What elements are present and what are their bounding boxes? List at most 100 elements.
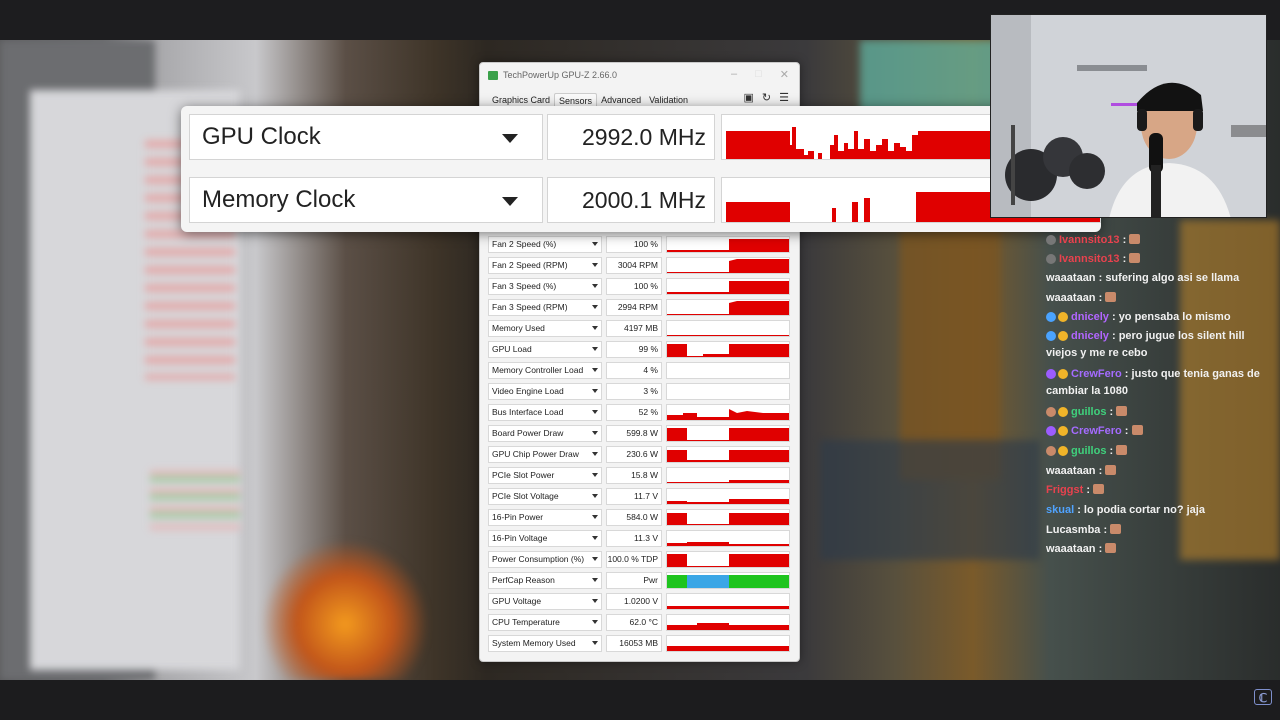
sensor-name-dropdown[interactable]: Fan 2 Speed (%) bbox=[488, 236, 602, 253]
chat-username[interactable]: waaataan bbox=[1046, 272, 1096, 284]
sensor-name-dropdown[interactable]: Memory Controller Load bbox=[488, 362, 602, 379]
dropdown-arrow-icon[interactable] bbox=[502, 134, 518, 143]
camera-icon[interactable]: ▣ bbox=[744, 91, 754, 104]
dropdown-arrow-icon[interactable] bbox=[592, 431, 598, 435]
sensor-name-dropdown[interactable]: PCIe Slot Voltage bbox=[488, 488, 602, 505]
chat-username[interactable]: waaataan bbox=[1046, 543, 1096, 555]
chat-message: CrewFero : bbox=[1046, 423, 1276, 440]
sensor-name-dropdown[interactable]: Bus Interface Load bbox=[488, 404, 602, 421]
chat-username[interactable]: Ivannsito13 bbox=[1059, 234, 1120, 246]
sensor-name-dropdown[interactable]: PerfCap Reason bbox=[488, 572, 602, 589]
sensor-name-dropdown[interactable]: GPU Chip Power Draw bbox=[488, 446, 602, 463]
sensor-name-dropdown[interactable]: Fan 3 Speed (%) bbox=[488, 278, 602, 295]
graph-fill bbox=[667, 450, 789, 462]
sensor-name: Fan 3 Speed (RPM) bbox=[492, 302, 568, 312]
sensor-name: Board Power Draw bbox=[492, 428, 564, 438]
dropdown-arrow-icon[interactable] bbox=[592, 578, 598, 582]
chat-message: guillos : bbox=[1046, 404, 1276, 421]
dropdown-arrow-icon[interactable] bbox=[592, 347, 598, 351]
chat-separator: : bbox=[1083, 484, 1094, 496]
chat-username[interactable]: CrewFero bbox=[1071, 368, 1122, 380]
dropdown-arrow-icon[interactable] bbox=[592, 452, 598, 456]
sensor-row: GPU Voltage 1.0200 V bbox=[488, 593, 793, 610]
dropdown-arrow-icon[interactable] bbox=[592, 410, 598, 414]
dropdown-arrow-icon[interactable] bbox=[592, 305, 598, 309]
chat-username[interactable]: waaataan bbox=[1046, 292, 1096, 304]
sensor-graph bbox=[666, 362, 790, 379]
sensor-name: GPU Chip Power Draw bbox=[492, 449, 579, 459]
chat-message: waaataan : bbox=[1046, 541, 1276, 558]
chat-username[interactable]: Friggst bbox=[1046, 484, 1083, 496]
graph-fill bbox=[667, 259, 789, 273]
sensor-name-dropdown[interactable]: Power Consumption (%) bbox=[488, 551, 602, 568]
dropdown-arrow-icon[interactable] bbox=[592, 599, 598, 603]
dropdown-arrow-icon[interactable] bbox=[592, 473, 598, 477]
chat-username[interactable]: Ivannsito13 bbox=[1059, 253, 1120, 265]
dropdown-arrow-icon[interactable] bbox=[592, 368, 598, 372]
maximize-icon[interactable]: □ bbox=[755, 68, 762, 81]
sensor-name-dropdown[interactable]: Memory Clock bbox=[189, 177, 543, 223]
sensor-graph bbox=[666, 467, 790, 484]
graph-fill bbox=[667, 399, 790, 400]
dropdown-arrow-icon[interactable] bbox=[502, 197, 518, 206]
chat-badges bbox=[1046, 407, 1068, 417]
menu-icon[interactable]: ☰ bbox=[779, 91, 789, 104]
sensor-name-dropdown[interactable]: Board Power Draw bbox=[488, 425, 602, 442]
chat-username[interactable]: skual bbox=[1046, 504, 1074, 516]
dropdown-arrow-icon[interactable] bbox=[592, 326, 598, 330]
dropdown-arrow-icon[interactable] bbox=[592, 284, 598, 288]
sensor-value: 62.0 °C bbox=[606, 614, 662, 631]
dropdown-arrow-icon[interactable] bbox=[592, 389, 598, 393]
emote-icon bbox=[1110, 524, 1122, 534]
dropdown-arrow-icon[interactable] bbox=[592, 557, 598, 561]
badge-icon bbox=[1058, 446, 1068, 456]
dropdown-arrow-icon[interactable] bbox=[592, 242, 598, 246]
badge-icon bbox=[1046, 235, 1056, 245]
dropdown-arrow-icon[interactable] bbox=[592, 494, 598, 498]
dropdown-arrow-icon[interactable] bbox=[592, 263, 598, 267]
sensor-name-dropdown[interactable]: GPU Load bbox=[488, 341, 602, 358]
sensor-value: 11.3 V bbox=[606, 530, 662, 547]
sensor-name-dropdown[interactable]: 16-Pin Power bbox=[488, 509, 602, 526]
emote-icon bbox=[1105, 292, 1117, 302]
chat-username[interactable]: dnicely bbox=[1071, 330, 1109, 342]
sensor-row: PCIe Slot Voltage 11.7 V bbox=[488, 488, 793, 505]
chat-username[interactable]: CrewFero bbox=[1071, 425, 1122, 437]
sensor-name: Memory Clock bbox=[202, 186, 356, 213]
chat-username[interactable]: waaataan bbox=[1046, 465, 1096, 477]
chat-username[interactable]: guillos bbox=[1071, 445, 1106, 457]
emote-icon bbox=[1105, 543, 1117, 553]
sensor-name-dropdown[interactable]: System Memory Used bbox=[488, 635, 602, 652]
sensor-name-dropdown[interactable]: Video Engine Load bbox=[488, 383, 602, 400]
sensor-graph bbox=[666, 530, 790, 547]
sensor-row: Video Engine Load 3 % bbox=[488, 383, 793, 400]
chat-message: Ivannsito13 : bbox=[1046, 232, 1276, 249]
sensor-name-dropdown[interactable]: PCIe Slot Power bbox=[488, 467, 602, 484]
dropdown-arrow-icon[interactable] bbox=[592, 620, 598, 624]
sensor-name-dropdown[interactable]: 16-Pin Voltage bbox=[488, 530, 602, 547]
sensor-graph-svg bbox=[667, 281, 789, 294]
chat-message: skual : lo podia cortar no? jaja bbox=[1046, 502, 1276, 519]
chat-username[interactable]: guillos bbox=[1071, 406, 1106, 418]
sensor-name-dropdown[interactable]: GPU Voltage bbox=[488, 593, 602, 610]
sensor-graph-svg bbox=[667, 259, 789, 273]
chat-username[interactable]: dnicely bbox=[1071, 311, 1109, 323]
sensor-graph bbox=[666, 593, 790, 610]
minimize-icon[interactable]: – bbox=[731, 68, 737, 81]
dropdown-arrow-icon[interactable] bbox=[592, 641, 598, 645]
dropdown-arrow-icon[interactable] bbox=[592, 536, 598, 540]
sensor-row: Memory Controller Load 4 % bbox=[488, 362, 793, 379]
sensor-name-dropdown[interactable]: Fan 3 Speed (RPM) bbox=[488, 299, 602, 316]
refresh-icon[interactable]: ↻ bbox=[762, 91, 771, 104]
sensor-name-dropdown[interactable]: Memory Used bbox=[488, 320, 602, 337]
sensor-row: Bus Interface Load 52 % bbox=[488, 404, 793, 421]
sensor-name-dropdown[interactable]: Fan 2 Speed (RPM) bbox=[488, 257, 602, 274]
dropdown-arrow-icon[interactable] bbox=[592, 515, 598, 519]
close-icon[interactable]: ✕ bbox=[780, 68, 789, 81]
chat-separator: : bbox=[1095, 465, 1106, 477]
sensor-graph-svg bbox=[667, 499, 789, 504]
chat-username[interactable]: Lucasmba bbox=[1046, 524, 1100, 536]
chat-text: yo pensaba lo mismo bbox=[1118, 311, 1231, 323]
sensor-name-dropdown[interactable]: CPU Temperature bbox=[488, 614, 602, 631]
sensor-name-dropdown[interactable]: GPU Clock bbox=[189, 114, 543, 160]
